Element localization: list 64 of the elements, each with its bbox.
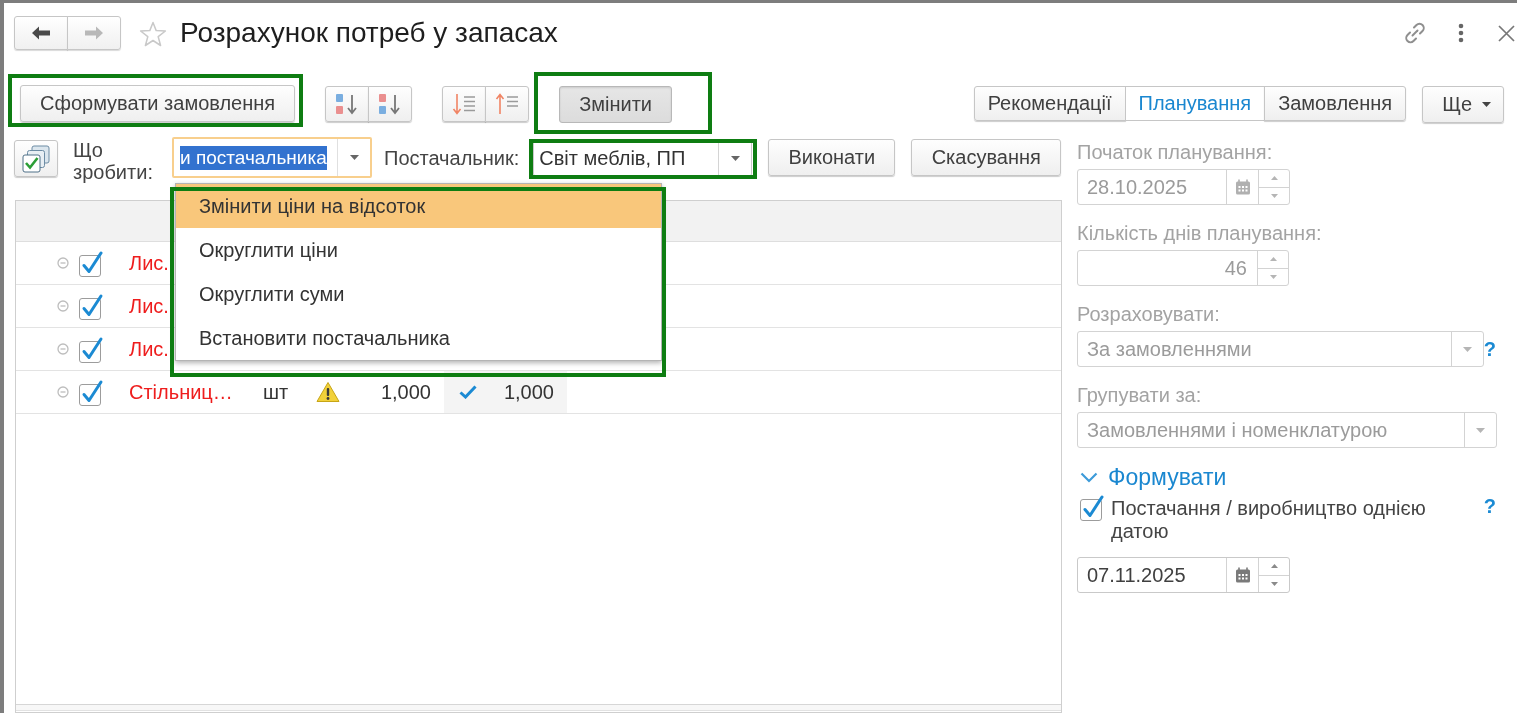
checkbox[interactable] xyxy=(78,378,104,406)
checkbox[interactable] xyxy=(78,292,104,320)
create-order-button[interactable]: Сформувати замовлення xyxy=(20,85,296,122)
menu-item[interactable]: Округлити суми xyxy=(176,272,661,316)
minus-circle-icon[interactable] xyxy=(57,343,69,355)
field-label: Постачальник: xyxy=(384,147,520,170)
field-label: Групувати за: xyxy=(1077,384,1202,406)
arrow-up-list-icon xyxy=(495,93,520,115)
caret-down-icon[interactable] xyxy=(730,156,740,161)
calendar-icon[interactable] xyxy=(1234,567,1251,583)
view-tab[interactable]: Рекомендації xyxy=(973,86,1126,121)
date-field[interactable]: 07.11.2025 xyxy=(1077,557,1290,593)
back-button[interactable] xyxy=(14,16,68,50)
move-down-button[interactable] xyxy=(442,86,487,122)
minus-circle-icon[interactable] xyxy=(57,300,69,312)
sort-descending-button[interactable] xyxy=(368,86,413,122)
spin-down-icon[interactable] xyxy=(1269,274,1277,279)
more-icon[interactable] xyxy=(1458,23,1464,43)
menu-item[interactable]: Змінити ціни на відсоток xyxy=(176,184,661,228)
help-link[interactable]: ? xyxy=(1483,495,1497,518)
table-cell-text: 1,000 xyxy=(379,379,432,405)
minus-circle-icon[interactable] xyxy=(57,386,69,398)
table-cell-text: Лис. xyxy=(129,250,169,276)
table-cell-text: шт xyxy=(262,379,290,405)
arrow-down-list-icon xyxy=(452,93,477,115)
checkbox[interactable] xyxy=(78,249,104,277)
stacked-check-icon xyxy=(21,144,51,173)
field-label: Розраховувати: xyxy=(1077,303,1220,325)
dropdown-field[interactable]: и постачальника xyxy=(172,137,372,178)
spin-up-icon[interactable] xyxy=(1270,564,1278,569)
field-label: Що зробити: xyxy=(73,139,154,183)
table-cell: 1,000 xyxy=(491,371,567,413)
checkbox[interactable] xyxy=(1079,494,1105,521)
field-label: Початок планування: xyxy=(1077,141,1273,163)
caret-down-icon[interactable] xyxy=(349,155,359,160)
run-button[interactable]: Виконати xyxy=(768,139,896,176)
view-tab[interactable]: Замовлення xyxy=(1264,86,1407,121)
scrollbar[interactable] xyxy=(16,704,1061,711)
caret-down-icon xyxy=(1482,102,1491,107)
table-cell-text: Лис. xyxy=(129,293,169,319)
more-button[interactable]: Ще xyxy=(1422,86,1504,123)
checkbox-label[interactable]: Постачання / виробництво однією датою xyxy=(1111,497,1451,543)
move-up-button[interactable] xyxy=(485,86,530,122)
close-icon[interactable] xyxy=(1498,24,1515,42)
table-cell-text: Лис. xyxy=(129,336,169,362)
link-icon[interactable] xyxy=(1403,21,1427,45)
cancel-button[interactable]: Скасування xyxy=(911,139,1062,176)
minus-circle-icon[interactable] xyxy=(57,257,69,269)
menu-item[interactable]: Округлити ціни xyxy=(176,228,661,272)
table-cell-text: Стільниц… xyxy=(129,379,233,405)
sort-ascending-button[interactable] xyxy=(325,86,370,122)
sort-ascending-icon xyxy=(335,93,360,115)
star-icon[interactable] xyxy=(139,21,167,47)
field-label: Кількість днів планування: xyxy=(1077,222,1322,244)
sort-descending-icon xyxy=(378,93,403,115)
spin-down-icon[interactable] xyxy=(1270,581,1278,586)
menu-item[interactable]: Встановити постачальника xyxy=(176,316,661,360)
spin-down-icon[interactable] xyxy=(1270,193,1278,198)
change-button[interactable]: Змінити xyxy=(559,86,672,123)
check-list-button[interactable] xyxy=(14,140,58,177)
window-title: Розрахунок потреб у запасах xyxy=(180,16,558,50)
group-header[interactable]: Формувати xyxy=(1077,463,1227,491)
view-tab[interactable]: Планування xyxy=(1124,86,1266,121)
checkbox[interactable] xyxy=(78,335,104,363)
